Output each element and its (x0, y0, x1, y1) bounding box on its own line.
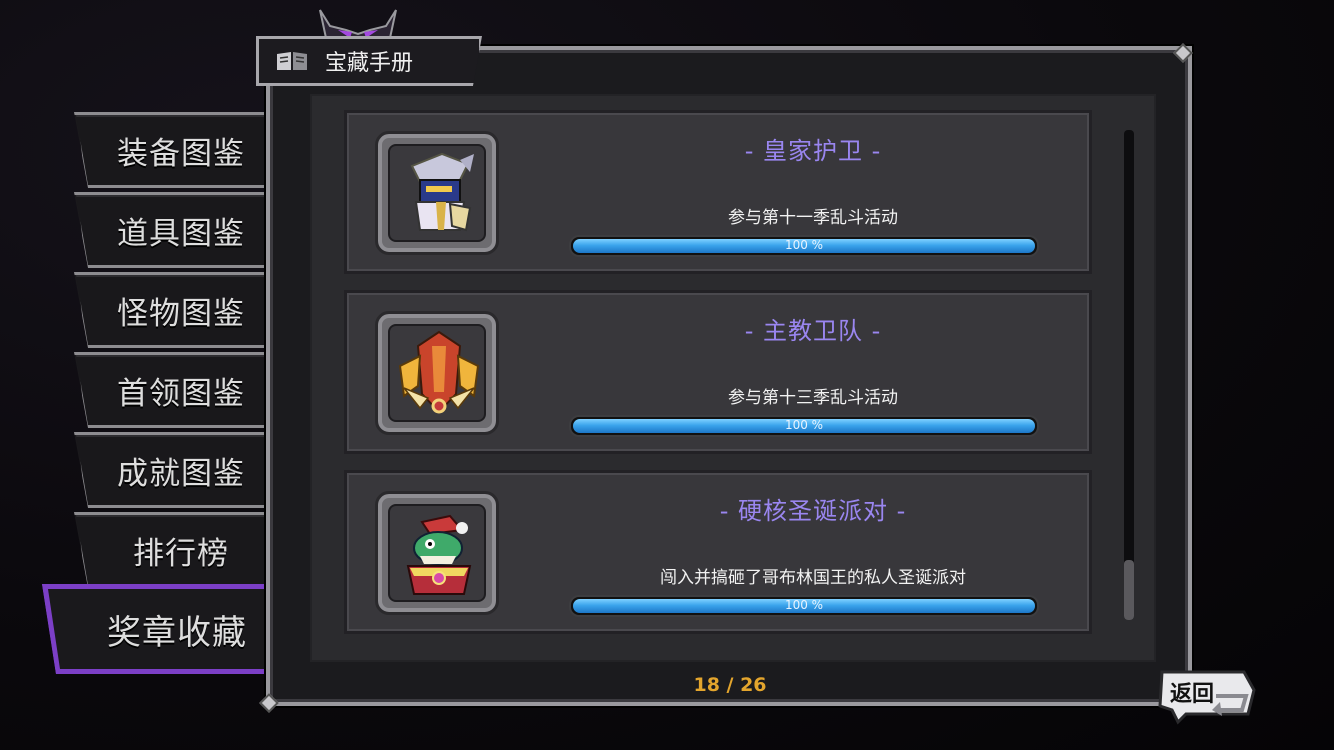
tab-label: 排行榜 (133, 535, 229, 572)
panel-title-tab: 宝藏手册 (256, 36, 482, 86)
page-counter: 18 / 26 (693, 674, 767, 696)
christmas-goblin-king-icon (406, 514, 472, 595)
medal-card[interactable]: - 皇家护卫 - 参与第十一季乱斗活动 100 % (344, 110, 1092, 274)
tab-achievements[interactable]: 成就图鉴 (74, 432, 266, 508)
medal-title: - 皇家护卫 - (744, 137, 882, 165)
back-label: 返回 (1170, 682, 1215, 707)
tab-label: 道具图鉴 (117, 215, 245, 252)
medal-icon-frame (375, 311, 499, 435)
scrollbar-thumb[interactable] (1124, 560, 1134, 620)
tab-label: 怪物图鉴 (117, 295, 245, 332)
panel-title: 宝藏手册 (325, 51, 414, 76)
medal-description: 参与第十一季乱斗活动 (728, 208, 898, 228)
royal-guard-knight-icon (410, 152, 474, 232)
tab-bosses[interactable]: 首领图鉴 (74, 352, 266, 428)
medal-title: - 主教卫队 - (744, 317, 882, 345)
tab-equipment[interactable]: 装备图鉴 (74, 112, 266, 188)
bishop-guard-crest-icon (398, 330, 480, 414)
tab-items[interactable]: 道具图鉴 (74, 192, 266, 268)
tab-label: 成就图鉴 (117, 455, 245, 492)
tab-monsters[interactable]: 怪物图鉴 (74, 272, 266, 348)
medal-progress-bar: 100 % (569, 415, 1039, 437)
progress-text: 100 % (784, 418, 824, 432)
tab-leaderboard[interactable]: 排行榜 (74, 512, 266, 588)
medal-card[interactable]: - 硬核圣诞派对 - 闯入并搞砸了哥布林国王的私人圣诞派对 100 % (344, 470, 1092, 634)
medal-progress-bar: 100 % (569, 235, 1039, 257)
tab-label: 装备图鉴 (117, 135, 245, 172)
progress-text: 100 % (784, 238, 824, 252)
tab-label: 首领图鉴 (117, 375, 245, 412)
medal-icon-frame (375, 491, 499, 615)
medal-description: 参与第十三季乱斗活动 (728, 388, 898, 408)
progress-text: 100 % (784, 598, 824, 612)
medal-progress-bar: 100 % (569, 595, 1039, 617)
book-icon (277, 52, 307, 70)
medal-list-scrollbar[interactable] (1124, 130, 1134, 620)
medal-title: - 硬核圣诞派对 - (719, 497, 907, 525)
back-button[interactable]: 返回 (1156, 666, 1260, 726)
medal-icon-frame (375, 131, 499, 255)
tab-medal-collection[interactable]: 奖章收藏 (42, 584, 272, 674)
tab-label: 奖章收藏 (107, 612, 247, 653)
medal-description: 闯入并搞砸了哥布林国王的私人圣诞派对 (660, 568, 966, 588)
medal-card[interactable]: - 主教卫队 - 参与第十三季乱斗活动 100 % (344, 290, 1092, 454)
